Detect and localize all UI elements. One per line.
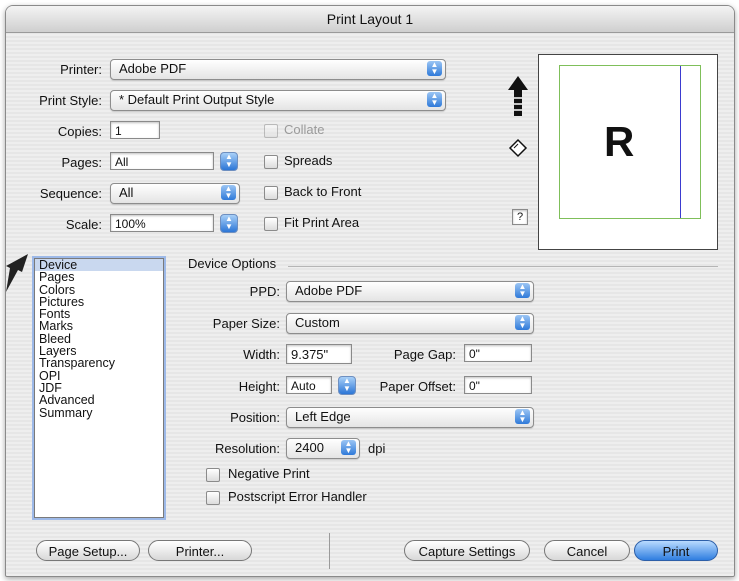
page-setup-button[interactable]: Page Setup... bbox=[36, 540, 140, 561]
back-to-front-label: Back to Front bbox=[284, 184, 362, 199]
popup-arrows-icon: ▲ ▼ bbox=[515, 315, 530, 330]
sidebar-item-transparency[interactable]: Transparency bbox=[35, 357, 163, 370]
cancel-button[interactable]: Cancel bbox=[544, 540, 630, 561]
capture-settings-button[interactable]: Capture Settings bbox=[404, 540, 530, 561]
width-label: Width: bbox=[243, 347, 280, 362]
sequence-value: All bbox=[119, 185, 134, 200]
ppd-popup[interactable]: Adobe PDF ▲ ▼ bbox=[286, 281, 534, 302]
popup-arrows-icon: ▲ ▼ bbox=[515, 283, 530, 298]
printer-value: Adobe PDF bbox=[119, 61, 187, 76]
pages-label: Pages: bbox=[61, 155, 102, 170]
paper-offset-field[interactable]: 0" bbox=[464, 376, 532, 394]
scale-field[interactable]: 100% bbox=[110, 214, 214, 232]
paper-size-label: Paper Size: bbox=[212, 316, 280, 331]
printer-button[interactable]: Printer... bbox=[148, 540, 252, 561]
sidebar-item-summary[interactable]: Summary bbox=[35, 406, 163, 419]
print-style-popup[interactable]: * Default Print Output Style ▲ ▼ bbox=[110, 90, 446, 111]
postscript-error-handler-checkbox[interactable] bbox=[206, 491, 220, 505]
collate-label: Collate bbox=[284, 122, 325, 137]
print-style-label: Print Style: bbox=[39, 93, 102, 108]
sidebar-item-pages[interactable]: Pages bbox=[35, 271, 163, 284]
height-field[interactable]: Auto bbox=[286, 376, 332, 394]
scale-label: Scale: bbox=[65, 217, 102, 232]
spreads-checkbox[interactable] bbox=[264, 155, 278, 169]
position-popup[interactable]: Left Edge ▲ ▼ bbox=[286, 407, 534, 428]
sidebar-item-advanced[interactable]: Advanced bbox=[35, 394, 163, 407]
page-gap-field[interactable]: 0" bbox=[464, 344, 532, 362]
copies-field[interactable]: 1 bbox=[110, 121, 160, 139]
settings-category-list[interactable]: Device Pages Colors Pictures Fonts Marks Bleed… bbox=[34, 258, 164, 518]
preview-letter: R bbox=[604, 118, 635, 165]
printer-label: Printer: bbox=[60, 62, 102, 77]
copies-label: Copies: bbox=[57, 124, 102, 139]
height-label: Height: bbox=[238, 379, 280, 394]
page-preview: R bbox=[538, 54, 718, 250]
popup-arrows-icon: ▲ ▼ bbox=[427, 61, 442, 76]
postscript-error-handler-label: Postscript Error Handler bbox=[228, 489, 367, 504]
sequence-label: Sequence: bbox=[39, 186, 102, 201]
pages-field[interactable]: All bbox=[110, 152, 214, 170]
spreads-label: Spreads bbox=[284, 153, 333, 168]
popup-arrows-icon: ▲ ▼ bbox=[427, 92, 442, 107]
sidebar-item-marks[interactable]: Marks bbox=[35, 320, 163, 333]
back-to-front-checkbox[interactable] bbox=[264, 186, 278, 200]
printer-popup[interactable]: Adobe PDF ▲ ▼ bbox=[110, 59, 446, 80]
height-stepper-icon[interactable]: ▲ ▼ bbox=[338, 376, 356, 395]
callout-arrow-icon bbox=[6, 254, 28, 292]
help-button[interactable]: ? bbox=[512, 209, 528, 225]
paper-size-value: Custom bbox=[295, 315, 340, 330]
print-dialog: Print Layout 1 Printer: Adobe PDF ▲ ▼ Pri… bbox=[5, 5, 735, 577]
paper-size-popup[interactable]: Custom ▲ ▼ bbox=[286, 313, 534, 334]
feed-direction-arrow-icon bbox=[508, 76, 528, 116]
page-gap-label: Page Gap: bbox=[393, 347, 456, 362]
scale-stepper-icon[interactable]: ▲ ▼ bbox=[220, 214, 238, 233]
paper-orientation-icon bbox=[508, 138, 528, 158]
device-options-title: Device Options bbox=[188, 256, 277, 271]
ppd-label: PPD: bbox=[249, 284, 280, 299]
resolution-value: 2400 bbox=[295, 440, 324, 455]
popup-arrows-icon: ▲ ▼ bbox=[341, 440, 356, 455]
pages-stepper-icon[interactable]: ▲ ▼ bbox=[220, 152, 238, 171]
resolution-unit: dpi bbox=[368, 441, 386, 456]
button-divider bbox=[329, 533, 330, 569]
sequence-popup[interactable]: All ▲ ▼ bbox=[110, 183, 240, 204]
popup-arrows-icon: ▲ ▼ bbox=[221, 185, 236, 200]
fit-print-area-checkbox[interactable] bbox=[264, 217, 278, 231]
resolution-label: Resolution: bbox=[214, 441, 280, 456]
negative-print-checkbox[interactable] bbox=[206, 468, 220, 482]
window-title: Print Layout 1 bbox=[6, 6, 734, 33]
collate-checkbox[interactable] bbox=[264, 124, 278, 138]
popup-arrows-icon: ▲ ▼ bbox=[515, 409, 530, 424]
group-divider bbox=[288, 266, 718, 267]
paper-offset-label: Paper Offset: bbox=[379, 379, 456, 394]
ppd-value: Adobe PDF bbox=[295, 283, 363, 298]
position-value: Left Edge bbox=[295, 409, 351, 424]
print-style-value: * Default Print Output Style bbox=[119, 92, 275, 107]
resolution-popup[interactable]: 2400 ▲ ▼ bbox=[286, 438, 360, 459]
preview-page: R bbox=[559, 65, 701, 219]
width-field[interactable]: 9.375" bbox=[286, 344, 352, 364]
position-label: Position: bbox=[230, 410, 280, 425]
fit-print-area-label: Fit Print Area bbox=[284, 215, 360, 230]
preview-margin-line bbox=[680, 66, 681, 218]
print-button[interactable]: Print bbox=[634, 540, 718, 561]
negative-print-label: Negative Print bbox=[228, 466, 310, 481]
